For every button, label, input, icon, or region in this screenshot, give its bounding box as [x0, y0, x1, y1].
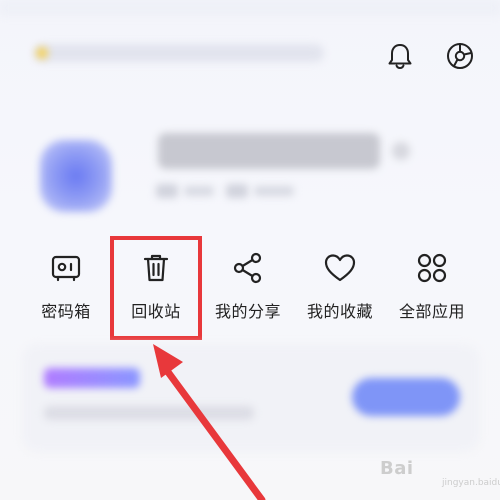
heart-icon	[322, 250, 358, 286]
promo-tag	[44, 368, 140, 388]
bell-icon[interactable]	[384, 40, 416, 72]
settings-icon[interactable]	[444, 40, 476, 72]
watermark-text: Bai	[380, 458, 414, 479]
promo-text	[44, 406, 254, 420]
quick-action-my-shares[interactable]: 我的分享	[202, 240, 294, 336]
chevron-right-icon[interactable]	[392, 142, 410, 160]
meta-text	[184, 186, 214, 196]
watermark-logo: Bai jingyan.baidu.com	[380, 452, 500, 492]
user-name	[158, 133, 380, 169]
notice-dot-icon	[36, 47, 48, 59]
quick-action-label: 全部应用	[398, 302, 465, 321]
safe-icon	[48, 250, 84, 286]
share-icon	[230, 250, 266, 286]
quick-action-favorites[interactable]: 我的收藏	[294, 240, 386, 336]
meta-badge-icon	[156, 184, 178, 198]
watermark-subtext: jingyan.baidu.com	[442, 478, 500, 488]
meta-text	[254, 186, 294, 196]
apps-grid-icon	[414, 250, 450, 286]
quick-action-label: 我的收藏	[306, 302, 373, 321]
avatar[interactable]	[40, 140, 112, 212]
quick-action-all-apps[interactable]: 全部应用	[386, 240, 478, 336]
quick-action-label: 我的分享	[214, 302, 281, 321]
status-bar	[0, 0, 500, 16]
annotation-highlight-box	[110, 236, 202, 340]
notice-banner[interactable]	[34, 44, 324, 62]
meta-badge-icon	[226, 184, 248, 198]
quick-action-vault[interactable]: 密码箱	[20, 240, 112, 336]
quick-action-label: 密码箱	[41, 302, 91, 321]
promo-button[interactable]	[352, 378, 460, 416]
